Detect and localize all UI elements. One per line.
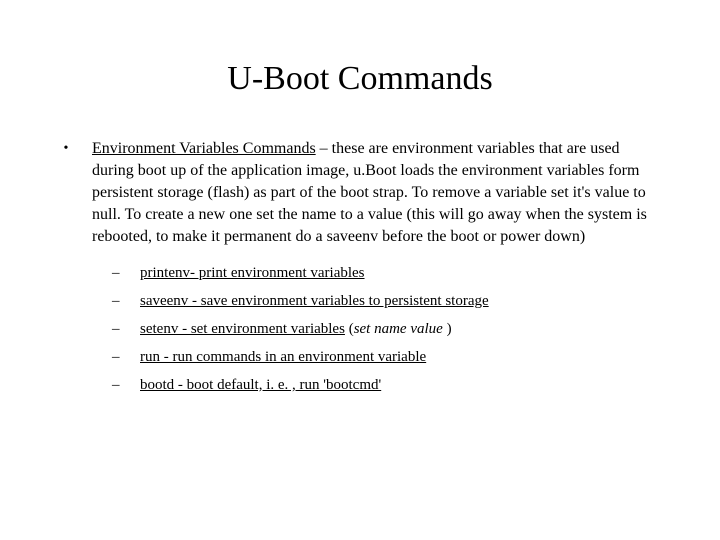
subitem-link[interactable]: bootd - boot default, i. e. , run 'bootc… (140, 377, 381, 393)
subitem-link[interactable]: printenv- print environment variables (140, 265, 365, 281)
subitem-link[interactable]: run - run commands in an environment var… (140, 349, 426, 365)
subitem-text: saveenv - save environment variables to … (140, 290, 489, 312)
subitem-link[interactable]: saveenv - save environment variables to … (140, 293, 489, 309)
bullet-dot-icon: • (60, 138, 72, 160)
subitem-text: run - run commands in an environment var… (140, 346, 426, 368)
dash-icon: – (112, 318, 122, 340)
list-item: – saveenv - save environment variables t… (112, 290, 660, 312)
bullet-lead: Environment Variables Commands (92, 140, 316, 157)
dash-icon: – (112, 374, 122, 396)
list-item: – bootd - boot default, i. e. , run 'boo… (112, 374, 660, 396)
dash-icon: – (112, 346, 122, 368)
sublist: – printenv- print environment variables … (112, 262, 660, 396)
subitem-text: printenv- print environment variables (140, 262, 365, 284)
bullet-item: • Environment Variables Commands – these… (60, 138, 660, 402)
subitem-link[interactable]: setenv - set environment variables (140, 321, 345, 337)
subitem-text: bootd - boot default, i. e. , run 'bootc… (140, 374, 381, 396)
dash-icon: – (112, 290, 122, 312)
subitem-tail-post: ) (447, 321, 452, 337)
bullet-sep: – (316, 140, 332, 157)
subitem-tail-ital: set name value (354, 321, 447, 337)
slide: U-Boot Commands • Environment Variables … (0, 0, 720, 540)
subitem-text: setenv - set environment variables (set … (140, 318, 452, 340)
bullet-body: Environment Variables Commands – these a… (92, 138, 660, 402)
page-title: U-Boot Commands (60, 60, 660, 98)
list-item: – setenv - set environment variables (se… (112, 318, 660, 340)
list-item: – run - run commands in an environment v… (112, 346, 660, 368)
subitem-tail-pre: ( (345, 321, 354, 337)
list-item: – printenv- print environment variables (112, 262, 660, 284)
dash-icon: – (112, 262, 122, 284)
